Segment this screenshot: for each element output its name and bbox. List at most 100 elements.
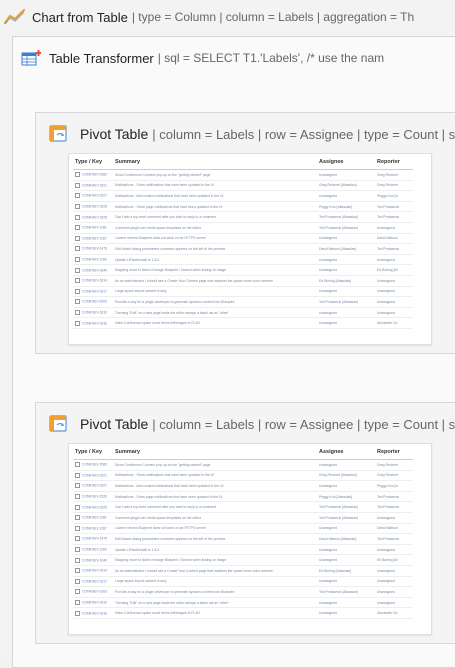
issue-key-cell[interactable]: CONFDEV-1617 <box>73 286 113 298</box>
issue-key-cell[interactable]: CONFDEV-1603 <box>73 586 113 598</box>
issue-key-cell[interactable]: CONFDEV-1640 <box>73 554 113 566</box>
issue-key-cell[interactable]: CONFDEV-1610 <box>73 307 113 319</box>
column-header-reporter[interactable]: Reporter <box>375 444 413 460</box>
issue-key[interactable]: CONFDEV-1614 <box>82 569 107 573</box>
table-transformer-header[interactable]: Table Transformer | sql = SELECT T1.'Lab… <box>21 45 455 71</box>
issue-key[interactable]: CONFDEV-1616 <box>82 321 107 325</box>
column-header-assignee[interactable]: Assignee <box>317 154 375 170</box>
table-row[interactable]: CONFDEV-1526 Notifications - Show page no… <box>73 491 413 503</box>
table-row[interactable]: CONFDEV-1617 Large space import content i… <box>73 576 413 588</box>
issue-key[interactable]: CONFDEV-1560 <box>82 173 107 177</box>
table-row[interactable]: CONFDEV-1160 Update LiPatchInstall to 1.8… <box>73 254 413 266</box>
table-row[interactable]: CONFDEV-1167 Lucene returns Blueprint doe… <box>73 233 413 245</box>
table-row[interactable]: CONFDEV-1479 Edit Attach dialog parameter… <box>73 243 413 255</box>
issue-key-cell[interactable]: CONFDEV-1526 <box>73 491 113 503</box>
issue-key[interactable]: CONFDEV-1167 <box>82 526 107 530</box>
column-header-summary[interactable]: Summary <box>113 444 317 460</box>
table-row[interactable]: CONFDEV-1610 Theming "Edit" on a new page… <box>73 307 413 319</box>
issue-key[interactable]: CONFDEV-1521 <box>82 473 107 477</box>
issue-key[interactable]: CONFDEV-1525 <box>82 505 107 509</box>
table-row[interactable]: CONFDEV-1479 Edit Attach dialog parameter… <box>73 533 413 545</box>
table-row[interactable]: CONFDEV-1526 Notifications - Show page no… <box>73 201 413 213</box>
issue-key[interactable]: CONFDEV-1181 <box>82 226 107 230</box>
issue-key[interactable]: CONFDEV-1560 <box>82 463 107 467</box>
issue-key[interactable]: CONFDEV-1617 <box>82 289 107 293</box>
issue-key[interactable]: CONFDEV-1610 <box>82 600 107 604</box>
issue-key-cell[interactable]: CONFDEV-1160 <box>73 544 113 556</box>
issue-key[interactable]: CONFDEV-1526 <box>82 204 107 208</box>
issue-key[interactable]: CONFDEV-1479 <box>82 537 107 541</box>
issue-key-cell[interactable]: CONFDEV-1603 <box>73 296 113 308</box>
table-row[interactable]: CONFDEV-1525 Can't add a top-level commen… <box>73 211 413 223</box>
issue-key[interactable]: CONFDEV-1525 <box>82 215 107 219</box>
issue-key-cell[interactable]: CONFDEV-1181 <box>73 512 113 524</box>
issue-key[interactable]: CONFDEV-1640 <box>82 268 107 272</box>
issue-key-cell[interactable]: CONFDEV-1525 <box>73 211 113 223</box>
table-row[interactable]: CONFDEV-1616 Inline Confluence space move… <box>73 317 413 329</box>
column-header-reporter[interactable]: Reporter <box>375 154 413 170</box>
table-row[interactable]: CONFDEV-1160 Update LiPatchInstall to 1.8… <box>73 544 413 556</box>
table-row[interactable]: CONFDEV-1640 Mapping move to ticket of im… <box>73 264 413 276</box>
issue-key-cell[interactable]: CONFDEV-1616 <box>73 317 113 329</box>
issue-key-cell[interactable]: CONFDEV-1181 <box>73 222 113 234</box>
issue-key-cell[interactable]: CONFDEV-1160 <box>73 254 113 266</box>
issue-key[interactable]: CONFDEV-1614 <box>82 279 107 283</box>
issue-key[interactable]: CONFDEV-1521 <box>82 183 107 187</box>
issue-key-cell[interactable]: CONFDEV-1479 <box>73 243 113 255</box>
chart-macro-header[interactable]: Chart from Table | type = Column | colum… <box>0 4 455 30</box>
table-row[interactable]: CONFDEV-1640 Mapping move to ticket of im… <box>73 554 413 566</box>
table-row[interactable]: CONFDEV-1181 Comment plugin can break spa… <box>73 512 413 524</box>
column-header-summary[interactable]: Summary <box>113 154 317 170</box>
issue-key[interactable]: CONFDEV-1160 <box>82 547 107 551</box>
issue-key-cell[interactable]: CONFDEV-1560 <box>73 169 113 181</box>
issue-key[interactable]: CONFDEV-1616 <box>82 611 107 615</box>
issue-key-cell[interactable]: CONFDEV-1479 <box>73 533 113 545</box>
issue-key-cell[interactable]: CONFDEV-1640 <box>73 264 113 276</box>
table-row[interactable]: CONFDEV-1521 Notifications - Show notific… <box>73 180 413 192</box>
table-row[interactable]: CONFDEV-1560 Show Confluence Connect pop-… <box>73 459 413 471</box>
table-row[interactable]: CONFDEV-1560 Show Confluence Connect pop-… <box>73 169 413 181</box>
issue-key-cell[interactable]: CONFDEV-1521 <box>73 180 113 192</box>
column-header-type-key[interactable]: Type / Key <box>73 154 113 170</box>
issue-key[interactable]: CONFDEV-1617 <box>82 579 107 583</box>
table-row[interactable]: CONFDEV-1181 Comment plugin can break spa… <box>73 222 413 234</box>
issue-key[interactable]: CONFDEV-1160 <box>82 257 107 261</box>
table-row[interactable]: CONFDEV-1527 Notifications - Add content … <box>73 480 413 492</box>
issue-key[interactable]: CONFDEV-1527 <box>82 194 107 198</box>
issue-key-cell[interactable]: CONFDEV-1614 <box>73 565 113 577</box>
issue-key-cell[interactable]: CONFDEV-1521 <box>73 470 113 482</box>
issue-key-cell[interactable]: CONFDEV-1525 <box>73 501 113 513</box>
table-row[interactable]: CONFDEV-1167 Lucene returns Blueprint doe… <box>73 523 413 535</box>
issue-key[interactable]: CONFDEV-1603 <box>82 300 107 304</box>
issue-key[interactable]: CONFDEV-1479 <box>82 247 107 251</box>
issue-key-cell[interactable]: CONFDEV-1560 <box>73 459 113 471</box>
table-row[interactable]: CONFDEV-1603 Provide a way for a plugin d… <box>73 586 413 598</box>
table-row[interactable]: CONFDEV-1527 Notifications - Add content … <box>73 190 413 202</box>
issue-key-cell[interactable]: CONFDEV-1526 <box>73 201 113 213</box>
table-row[interactable]: CONFDEV-1603 Provide a way for a plugin d… <box>73 296 413 308</box>
issue-key-cell[interactable]: CONFDEV-1617 <box>73 576 113 588</box>
issue-key[interactable]: CONFDEV-1181 <box>82 516 107 520</box>
table-row[interactable]: CONFDEV-1614 As an administrator I should… <box>73 565 413 577</box>
table-row[interactable]: CONFDEV-1610 Theming "Edit" on a new page… <box>73 597 413 609</box>
issue-key-cell[interactable]: CONFDEV-1167 <box>73 233 113 245</box>
column-header-type-key[interactable]: Type / Key <box>73 444 113 460</box>
issue-key-cell[interactable]: CONFDEV-1610 <box>73 597 113 609</box>
issue-key-cell[interactable]: CONFDEV-1527 <box>73 480 113 492</box>
column-header-assignee[interactable]: Assignee <box>317 444 375 460</box>
issue-key[interactable]: CONFDEV-1640 <box>82 558 107 562</box>
issue-key[interactable]: CONFDEV-1527 <box>82 484 107 488</box>
issue-key-cell[interactable]: CONFDEV-1167 <box>73 523 113 535</box>
issue-key[interactable]: CONFDEV-1603 <box>82 590 107 594</box>
table-row[interactable]: CONFDEV-1525 Can't add a top-level commen… <box>73 501 413 513</box>
issue-key[interactable]: CONFDEV-1526 <box>82 494 107 498</box>
issue-key-cell[interactable]: CONFDEV-1527 <box>73 190 113 202</box>
table-row[interactable]: CONFDEV-1521 Notifications - Show notific… <box>73 470 413 482</box>
table-row[interactable]: CONFDEV-1617 Large space import content i… <box>73 286 413 298</box>
table-row[interactable]: CONFDEV-1614 As an administrator I should… <box>73 275 413 287</box>
table-row[interactable]: CONFDEV-1616 Inline Confluence space move… <box>73 607 413 619</box>
issue-key[interactable]: CONFDEV-1610 <box>82 310 107 314</box>
issue-key-cell[interactable]: CONFDEV-1616 <box>73 607 113 619</box>
pivot-table-header[interactable]: Pivot Table | column = Labels | row = As… <box>48 411 455 437</box>
issue-key-cell[interactable]: CONFDEV-1614 <box>73 275 113 287</box>
